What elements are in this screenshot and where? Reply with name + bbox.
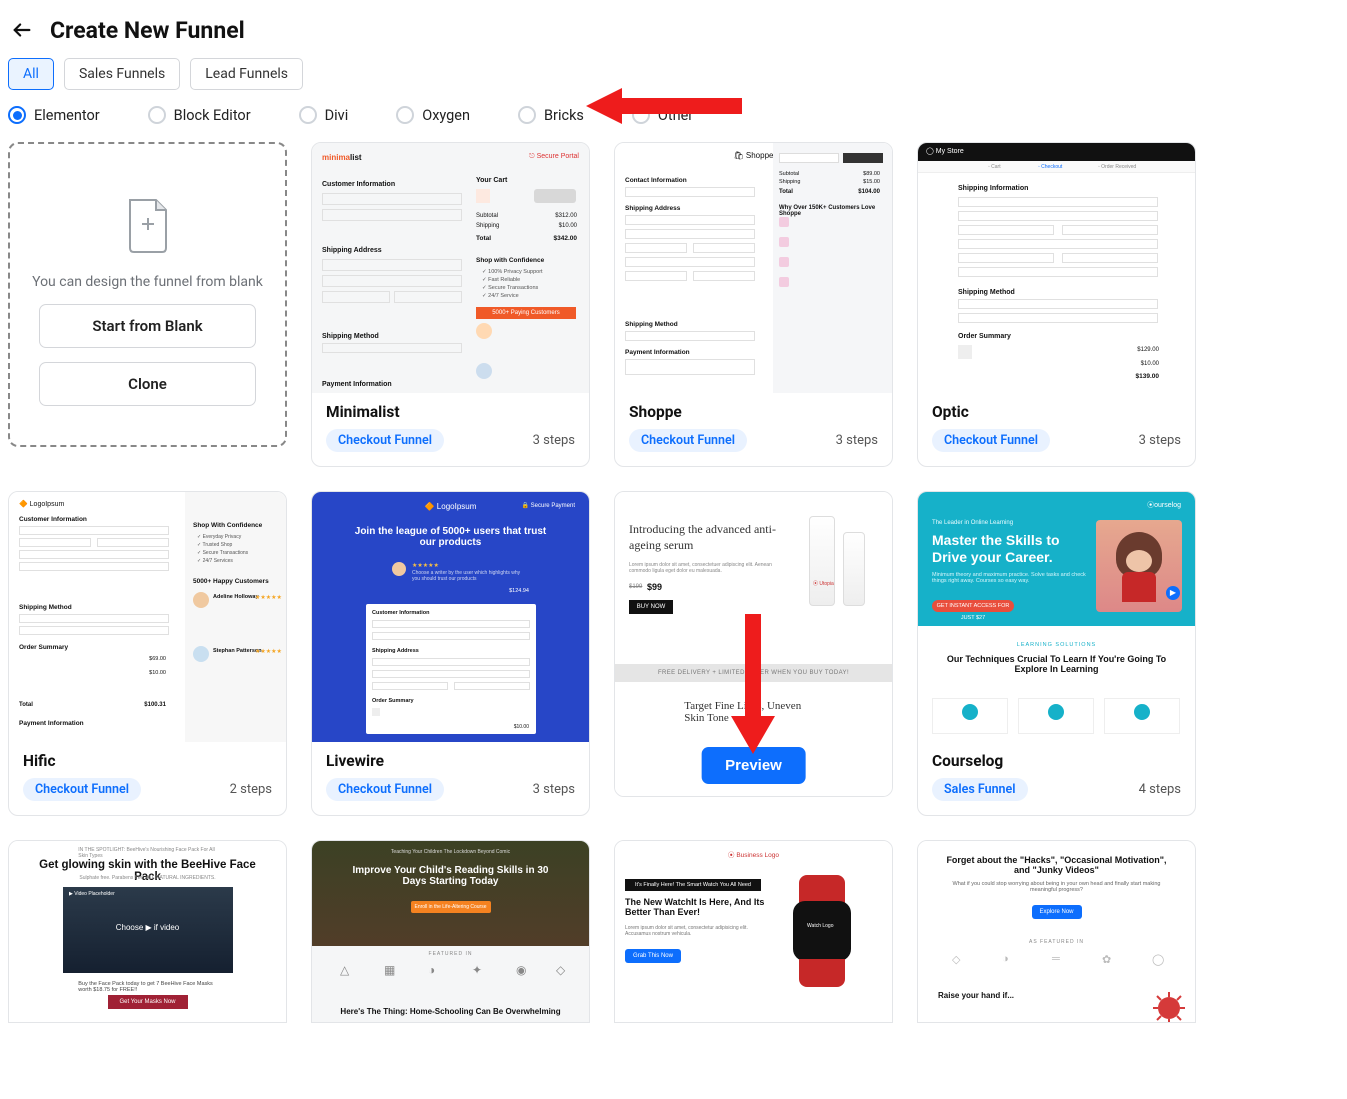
template-card-optic[interactable]: ◯ My Store ◦ Cart ◦ Checkout ◦ Order Rec… (917, 142, 1196, 467)
template-card-watchit[interactable]: ⦿ Business Logo It's Finally Here! The S… (614, 840, 893, 1023)
template-grid: You can design the funnel from blank Sta… (8, 142, 1188, 1023)
template-steps: 4 steps (1139, 782, 1181, 797)
builder-label: Bricks (544, 107, 584, 124)
builder-oxygen[interactable]: Oxygen (396, 106, 470, 124)
template-thumbnail: 🔶 LogoIpsum 🔒 Secure Payment Join the le… (312, 492, 589, 742)
template-title: Shoppe (629, 403, 878, 421)
template-card-utopia[interactable]: Introducing the advanced anti-ageing ser… (614, 491, 893, 797)
template-card-reading[interactable]: Teaching Your Children The Lockdown Beyo… (311, 840, 590, 1023)
template-thumbnail: 🔶 LogoIpsum Customer Information Shippin… (9, 492, 286, 742)
template-tag: Checkout Funnel (629, 429, 747, 452)
builder-label: Other (658, 107, 693, 124)
template-thumbnail: Forget about the "Hacks", "Occasional Mo… (918, 841, 1195, 1022)
filter-lead-funnels[interactable]: Lead Funnels (190, 58, 303, 90)
template-thumbnail: ⦿ourselog The Leader in Online Learning … (918, 492, 1195, 742)
filter-all[interactable]: All (8, 58, 54, 90)
blank-card: You can design the funnel from blank Sta… (8, 142, 287, 447)
preview-button[interactable]: Preview (701, 747, 806, 784)
clone-button[interactable]: Clone (39, 362, 256, 406)
template-steps: 3 steps (836, 433, 878, 448)
blank-card-text: You can design the funnel from blank (32, 274, 263, 290)
builder-bricks[interactable]: Bricks (518, 106, 584, 124)
template-card-hific[interactable]: 🔶 LogoIpsum Customer Information Shippin… (8, 491, 287, 816)
template-card-hacks[interactable]: Forget about the "Hacks", "Occasional Mo… (917, 840, 1196, 1023)
template-title: Hific (23, 752, 272, 770)
template-tag: Checkout Funnel (23, 778, 141, 801)
template-steps: 2 steps (230, 782, 272, 797)
template-thumbnail: ⦿ Business Logo It's Finally Here! The S… (615, 841, 892, 1022)
template-title: Optic (932, 403, 1181, 421)
builder-label: Oxygen (422, 107, 470, 124)
template-card-minimalist[interactable]: minimalist ⎋ Secure Portal Customer Info… (311, 142, 590, 467)
template-thumbnail: Teaching Your Children The Lockdown Beyo… (312, 841, 589, 1022)
template-thumbnail: IN THE SPOTLIGHT: BeeHive's Nourishing F… (9, 841, 286, 1022)
blank-page-icon (122, 196, 174, 260)
template-card-livewire[interactable]: 🔶 LogoIpsum 🔒 Secure Payment Join the le… (311, 491, 590, 816)
page-title: Create New Funnel (50, 17, 245, 44)
builder-label: Block Editor (174, 107, 251, 124)
template-tag: Checkout Funnel (326, 778, 444, 801)
builder-elementor[interactable]: Elementor (8, 106, 100, 124)
builder-label: Elementor (34, 107, 100, 124)
filter-sales-funnels[interactable]: Sales Funnels (64, 58, 180, 90)
builder-label: Divi (325, 107, 349, 124)
builder-divi[interactable]: Divi (299, 106, 349, 124)
template-steps: 3 steps (1139, 433, 1181, 448)
builder-other[interactable]: Other (632, 106, 693, 124)
template-title: Minimalist (326, 403, 575, 421)
template-steps: 3 steps (533, 782, 575, 797)
template-tag: Checkout Funnel (932, 429, 1050, 452)
template-steps: 3 steps (533, 433, 575, 448)
template-title: Courselog (932, 752, 1181, 770)
template-thumbnail: ◯ My Store ◦ Cart ◦ Checkout ◦ Order Rec… (918, 143, 1195, 393)
builder-block-editor[interactable]: Block Editor (148, 106, 251, 124)
template-tag: Checkout Funnel (326, 429, 444, 452)
template-thumbnail: minimalist ⎋ Secure Portal Customer Info… (312, 143, 589, 393)
template-card-beehive[interactable]: IN THE SPOTLIGHT: BeeHive's Nourishing F… (8, 840, 287, 1023)
funnel-type-filters: All Sales Funnels Lead Funnels (8, 58, 1188, 90)
template-title: Livewire (326, 752, 575, 770)
template-card-shoppe[interactable]: 🛍 Shoppe Contact Information Shipping Ad… (614, 142, 893, 467)
template-tag: Sales Funnel (932, 778, 1028, 801)
start-from-blank-button[interactable]: Start from Blank (39, 304, 256, 348)
template-thumbnail: 🛍 Shoppe Contact Information Shipping Ad… (615, 143, 892, 393)
template-thumbnail: Introducing the advanced anti-ageing ser… (615, 492, 892, 796)
template-card-courselog[interactable]: ⦿ourselog The Leader in Online Learning … (917, 491, 1196, 816)
builder-radio-row: Elementor Block Editor Divi Oxygen Brick… (8, 106, 1188, 124)
back-button[interactable] (8, 16, 36, 44)
